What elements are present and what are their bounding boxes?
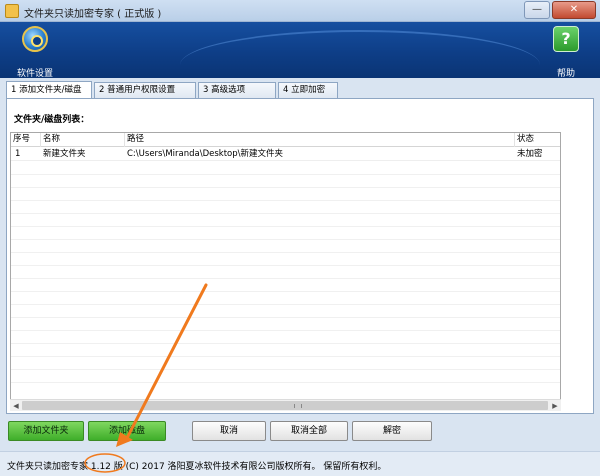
row-name: 新建文件夹	[43, 149, 86, 159]
title-bar: 文件夹只读加密专家 ( 正式版 ) — ✕	[0, 0, 600, 22]
section-label: 文件夹/磁盘列表：	[14, 115, 90, 125]
column-header-status[interactable]: 状态	[515, 133, 560, 147]
scroll-right-arrow-icon[interactable]: ▶	[550, 401, 560, 411]
cancel-all-button[interactable]: 取消全部	[270, 421, 348, 441]
column-header-index[interactable]: 序号	[11, 133, 41, 147]
gear-icon	[22, 26, 48, 52]
scroll-grip-icon	[294, 404, 302, 408]
row-status: 未加密	[517, 149, 543, 159]
toolbar-banner: 软件设置 ? 帮助	[0, 22, 600, 78]
grid-line	[11, 239, 560, 240]
add-disk-button[interactable]: 添加磁盘	[88, 421, 166, 441]
tab-add-folder-disk[interactable]: 1 添加文件夹/磁盘	[6, 81, 92, 98]
grid-line	[11, 382, 560, 383]
help-label: 帮助	[556, 69, 575, 78]
grid-line	[11, 330, 560, 331]
grid-line	[11, 226, 560, 227]
grid-line	[11, 369, 560, 370]
list-header: 序号 名称 路径 状态	[11, 133, 560, 147]
grid-line	[11, 265, 560, 266]
settings-button[interactable]: 软件设置	[5, 26, 65, 78]
grid-line	[11, 304, 560, 305]
folder-list[interactable]: 序号 名称 路径 状态 1 新建文件夹 C:\Users\Miranda\Des…	[10, 132, 561, 411]
grid-line	[11, 356, 560, 357]
grid-line	[11, 252, 560, 253]
grid-line	[11, 213, 560, 214]
grid-line	[11, 291, 560, 292]
banner-decoration	[180, 30, 540, 78]
app-icon	[5, 4, 19, 18]
tab-encrypt-now[interactable]: 4 立即加密	[278, 82, 338, 98]
copyright-text: 文件夹只读加密专家 1.12 版 (C) 2017 洛阳夏冰软件技术有限公司版权…	[7, 462, 387, 472]
grid-line	[11, 200, 560, 201]
grid-line	[11, 317, 560, 318]
add-folder-button[interactable]: 添加文件夹	[8, 421, 84, 441]
status-bar: 文件夹只读加密专家 1.12 版 (C) 2017 洛阳夏冰软件技术有限公司版权…	[0, 451, 600, 476]
horizontal-scrollbar[interactable]: ◀ ▶	[10, 399, 561, 411]
column-header-name[interactable]: 名称	[41, 133, 125, 147]
tab-advanced-options[interactable]: 3 高级选项	[198, 82, 276, 98]
column-header-path[interactable]: 路径	[125, 133, 515, 147]
main-panel: 文件夹/磁盘列表： 序号 名称 路径 状态 1 新建文件夹 C:\Users\M…	[6, 98, 594, 414]
window-title: 文件夹只读加密专家 ( 正式版 )	[24, 9, 162, 20]
grid-line	[11, 174, 560, 175]
close-button[interactable]: ✕	[552, 1, 596, 19]
tab-user-permissions[interactable]: 2 普通用户权限设置	[94, 82, 196, 98]
scroll-left-arrow-icon[interactable]: ◀	[11, 401, 21, 411]
settings-label: 软件设置	[16, 69, 53, 78]
grid-line	[11, 278, 560, 279]
grid-line	[11, 343, 560, 344]
help-icon: ?	[553, 26, 579, 52]
decrypt-button[interactable]: 解密	[352, 421, 432, 441]
row-path: C:\Users\Miranda\Desktop\新建文件夹	[127, 149, 284, 159]
help-button[interactable]: ? 帮助	[536, 26, 596, 78]
minimize-button[interactable]: —	[524, 1, 550, 19]
cancel-button[interactable]: 取消	[192, 421, 266, 441]
scroll-thumb[interactable]	[22, 401, 548, 410]
row-index: 1	[15, 149, 21, 159]
grid-line	[11, 187, 560, 188]
table-row[interactable]: 1 新建文件夹 C:\Users\Miranda\Desktop\新建文件夹 未…	[11, 148, 560, 161]
